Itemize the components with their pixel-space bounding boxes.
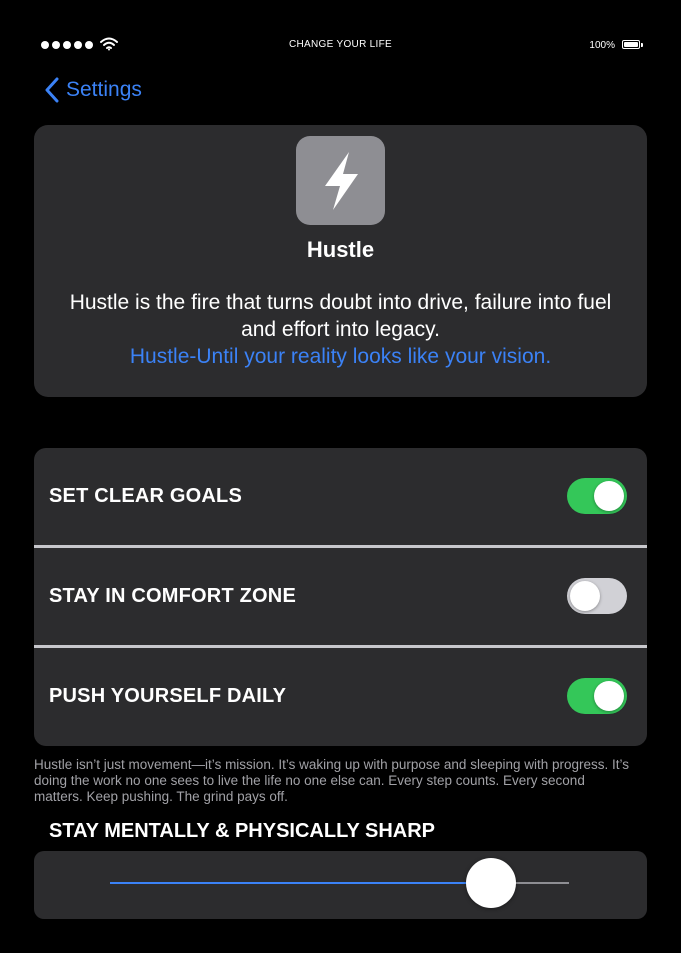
push-yourself-daily-toggle[interactable] — [567, 678, 627, 714]
setting-label: PUSH YOURSELF DAILY — [49, 685, 287, 707]
app-icon — [296, 136, 385, 225]
setting-row-set-clear-goals: SET CLEAR GOALS — [34, 448, 647, 545]
battery-cap — [641, 43, 643, 47]
status-bar: CHANGE YOUR LIFE 100% — [0, 36, 681, 54]
chevron-left-icon — [45, 77, 59, 103]
slider-track[interactable] — [110, 858, 569, 908]
setting-row-stay-in-comfort-zone: STAY IN COMFORT ZONE — [34, 548, 647, 645]
setting-label: SET CLEAR GOALS — [49, 485, 243, 507]
group-footer-text: Hustle isn’t just movement—it’s mission.… — [34, 757, 630, 804]
app-name: Hustle — [306, 237, 375, 262]
settings-toggle-group: SET CLEAR GOALS STAY IN COMFORT ZONE PUS… — [34, 448, 647, 746]
battery-percentage: 100% — [589, 40, 615, 51]
stay-in-comfort-zone-toggle[interactable] — [567, 578, 627, 614]
slider-thumb[interactable] — [465, 858, 516, 908]
app-tagline[interactable]: Hustle-Until your reality looks like you… — [54, 343, 627, 370]
setting-row-push-yourself-daily: PUSH YOURSELF DAILY — [34, 648, 647, 745]
app-header-card: Hustle Hustle is the fire that turns dou… — [34, 125, 647, 397]
battery-icon — [622, 40, 640, 49]
back-label: Settings — [66, 78, 142, 101]
back-button[interactable]: Settings — [44, 76, 142, 104]
set-clear-goals-toggle[interactable] — [567, 478, 627, 514]
app-description: Hustle is the fire that turns doubt into… — [69, 291, 612, 341]
slider-track-fill — [110, 882, 491, 884]
setting-label: STAY IN COMFORT ZONE — [49, 585, 296, 607]
slider-label: STAY MENTALLY & PHYSICALLY SHARP — [49, 820, 436, 842]
status-title: CHANGE YOUR LIFE — [289, 39, 392, 50]
lightning-bolt-icon — [324, 151, 358, 210]
slider-card — [34, 851, 647, 919]
